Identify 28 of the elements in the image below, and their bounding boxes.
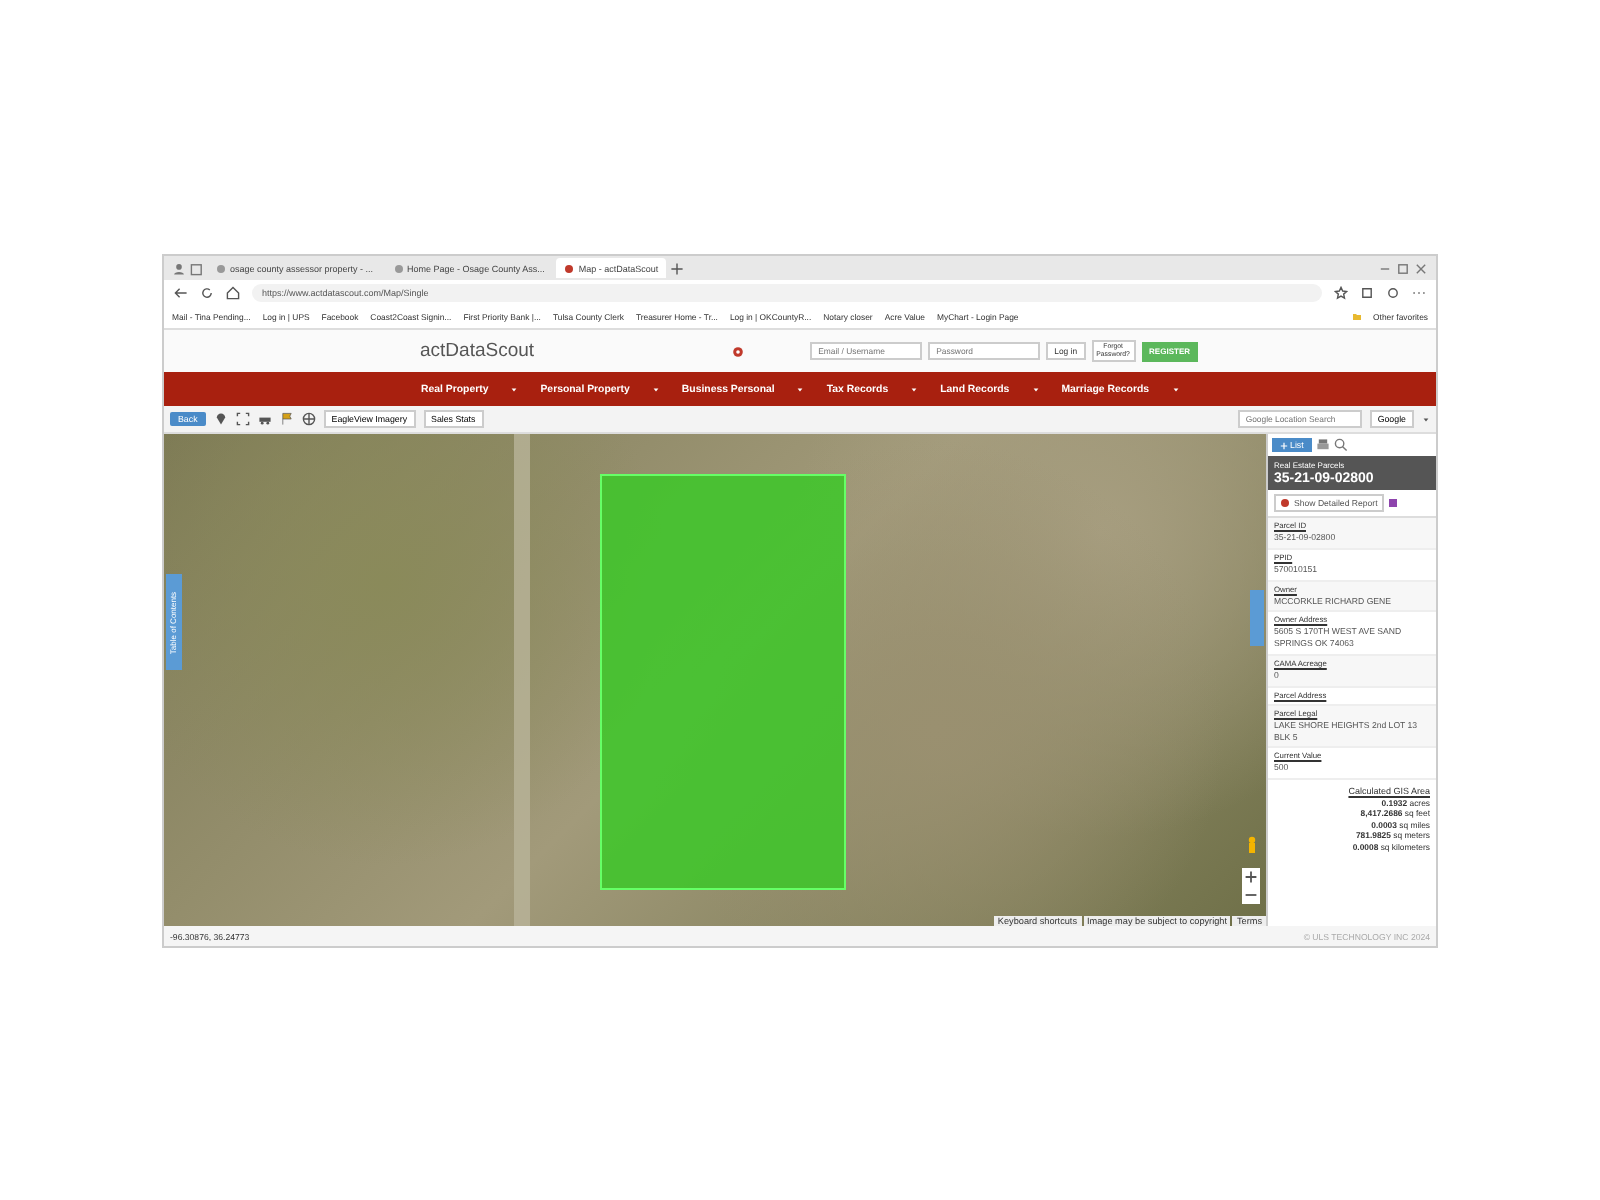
home-icon bbox=[226, 285, 240, 299]
back-arrow-icon bbox=[174, 285, 188, 299]
new-tab-icon bbox=[670, 261, 685, 275]
refresh-icon bbox=[200, 285, 214, 299]
zoom-icon bbox=[1333, 438, 1348, 452]
site-logo[interactable]: actDataScout bbox=[420, 340, 535, 362]
person-icon[interactable] bbox=[1246, 836, 1258, 854]
print-icon bbox=[1315, 438, 1330, 452]
page-icon bbox=[564, 263, 575, 273]
report-icon bbox=[1280, 498, 1290, 508]
plus-icon bbox=[1280, 441, 1288, 449]
caret-icon bbox=[1422, 415, 1430, 423]
tabs-icon bbox=[190, 261, 204, 275]
parcel-highlight[interactable] bbox=[600, 474, 846, 890]
page-icon bbox=[216, 263, 226, 273]
fullscreen-icon bbox=[235, 412, 250, 426]
page-icon bbox=[393, 263, 404, 273]
side-tab-handle[interactable] bbox=[1250, 590, 1264, 646]
profile-icon bbox=[172, 261, 186, 275]
flag-icon bbox=[279, 412, 294, 426]
close-icon bbox=[1414, 261, 1428, 275]
zoom-in-icon[interactable] bbox=[1242, 868, 1260, 886]
star-icon bbox=[1334, 285, 1348, 299]
maximize-icon bbox=[1396, 261, 1410, 275]
folder-icon bbox=[1351, 311, 1362, 321]
export-icon bbox=[1387, 498, 1398, 508]
globe-icon bbox=[301, 412, 316, 426]
pin-icon bbox=[213, 412, 228, 426]
